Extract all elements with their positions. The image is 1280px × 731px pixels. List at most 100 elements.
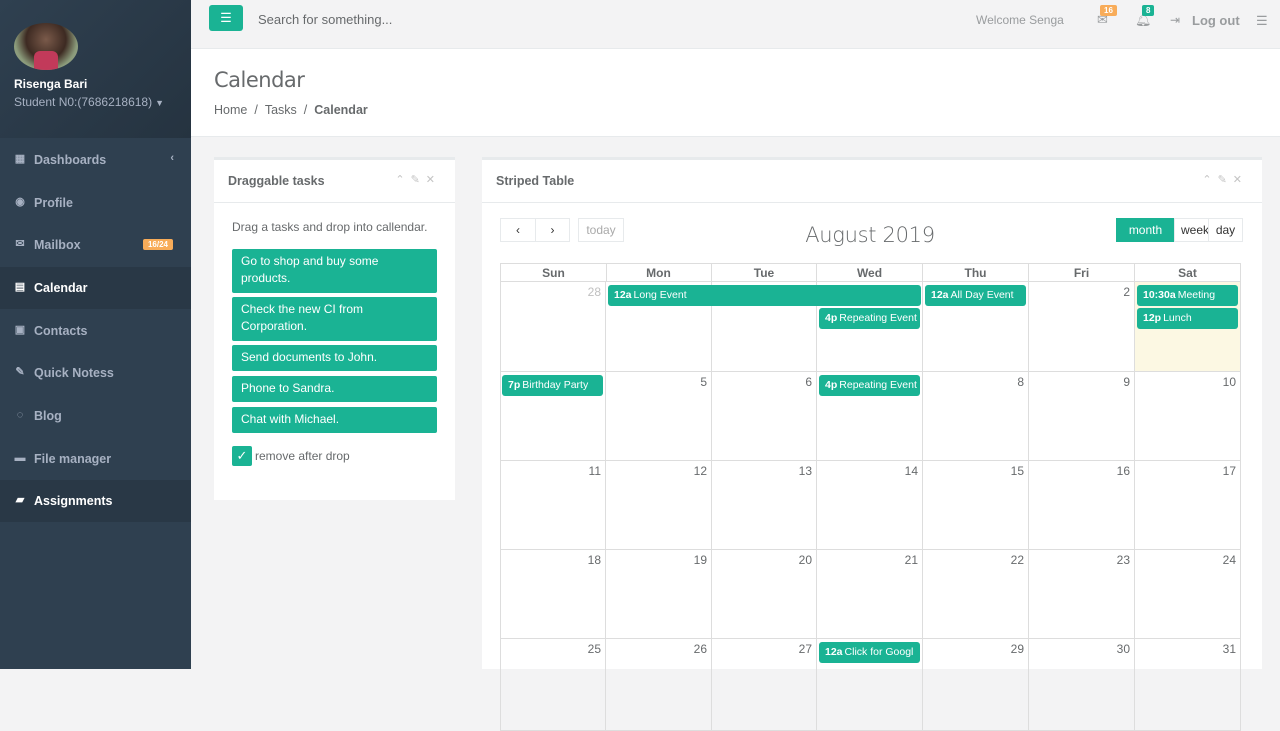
day-number[interactable]: 25 — [588, 642, 601, 656]
collapse-icon[interactable]: ⌃ — [1202, 174, 1217, 186]
day-cell[interactable]: 24 — [1135, 550, 1241, 639]
day-cell[interactable]: 27 — [712, 639, 817, 731]
calendar-event[interactable]: 4p Repeating Event — [819, 308, 920, 329]
breadcrumb-home[interactable]: Home — [214, 103, 247, 117]
day-number[interactable]: 24 — [1223, 553, 1236, 567]
day-number[interactable]: 13 — [799, 464, 812, 478]
draggable-task[interactable]: Send documents to John. — [232, 345, 437, 371]
view-day-button[interactable]: day — [1208, 218, 1243, 242]
day-number[interactable]: 28 — [588, 285, 601, 299]
day-cell[interactable]: 13 — [712, 461, 817, 550]
remove-after-drop-checkbox[interactable]: ✓ — [232, 446, 252, 466]
sidebar-item-file-manager[interactable]: ▬ File manager — [0, 438, 191, 480]
sidebar-item-contacts[interactable]: ▣ Contacts — [0, 310, 191, 352]
calendar-event[interactable]: 12a All Day Event — [925, 285, 1026, 306]
menu-toggle-button[interactable]: ☰ — [209, 5, 243, 31]
sidebar-item-blog[interactable]: ◌ Blog — [0, 395, 191, 437]
breadcrumb-current: Calendar — [314, 103, 368, 117]
view-month-button[interactable]: month — [1116, 218, 1175, 242]
day-cell[interactable]: 21 — [817, 550, 923, 639]
day-number[interactable]: 19 — [694, 553, 707, 567]
calendar-event[interactable]: 12a Long Event — [608, 285, 921, 306]
day-number[interactable]: 8 — [1017, 375, 1024, 389]
day-number[interactable]: 11 — [589, 464, 601, 478]
day-cell[interactable]: 6 — [712, 372, 817, 461]
wrench-icon[interactable]: ✎ — [411, 174, 426, 186]
day-cell[interactable]: 15 — [923, 461, 1029, 550]
day-number[interactable]: 18 — [588, 553, 601, 567]
draggable-task[interactable]: Check the new CI from Corporation. — [232, 297, 437, 341]
calendar-event[interactable]: 4p Repeating Event — [819, 375, 920, 396]
day-cell[interactable]: 30 — [1029, 639, 1135, 731]
sidebar-item-quick-notes[interactable]: ✎ Quick Notess — [0, 352, 191, 394]
collapse-icon[interactable]: ⌃ — [395, 174, 410, 186]
draggable-task[interactable]: Go to shop and buy some products. — [232, 249, 437, 293]
day-cell[interactable]: 10 — [1135, 372, 1241, 461]
day-number[interactable]: 15 — [1011, 464, 1024, 478]
wrench-icon[interactable]: ✎ — [1218, 174, 1233, 186]
day-cell[interactable]: 26 — [606, 639, 712, 731]
close-icon[interactable]: ✕ — [1233, 174, 1248, 186]
day-number[interactable]: 9 — [1123, 375, 1130, 389]
day-cell[interactable]: 19 — [606, 550, 712, 639]
day-cell[interactable]: 5 — [606, 372, 712, 461]
day-cell[interactable]: 8 — [923, 372, 1029, 461]
day-number[interactable]: 27 — [799, 642, 812, 656]
day-number[interactable]: 16 — [1117, 464, 1130, 478]
day-cell[interactable]: 2 — [1029, 282, 1135, 372]
day-cell[interactable]: 18 — [500, 550, 606, 639]
search-input[interactable] — [251, 4, 551, 34]
day-number[interactable]: 6 — [805, 375, 812, 389]
day-cell[interactable]: 25 — [500, 639, 606, 731]
day-cell[interactable]: 31 — [1135, 639, 1241, 731]
breadcrumb: Home / Tasks / Calendar — [214, 103, 368, 117]
day-number[interactable]: 14 — [905, 464, 918, 478]
sidebar-item-calendar[interactable]: ▤ Calendar — [0, 267, 191, 309]
calendar-event[interactable]: 12p Lunch — [1137, 308, 1238, 329]
weekday-header: Thu — [923, 263, 1029, 282]
day-cell[interactable]: 23 — [1029, 550, 1135, 639]
day-number[interactable]: 29 — [1011, 642, 1024, 656]
calendar-event[interactable]: 7p Birthday Party — [502, 375, 603, 396]
day-cell[interactable]: 29 — [923, 639, 1029, 731]
calendar-event[interactable]: 10:30a Meeting — [1137, 285, 1238, 306]
day-number[interactable]: 21 — [905, 553, 918, 567]
day-number[interactable]: 12 — [694, 464, 707, 478]
day-number[interactable]: 20 — [799, 553, 812, 567]
day-cell[interactable]: 16 — [1029, 461, 1135, 550]
sidebar-item-dashboards[interactable]: ▦ Dashboards ‹ — [0, 139, 191, 181]
right-sidebar-toggle-icon[interactable]: ☰ — [1256, 13, 1268, 29]
close-icon[interactable]: ✕ — [426, 174, 441, 186]
day-cell[interactable]: 17 — [1135, 461, 1241, 550]
calendar-event[interactable]: 12a Click for Googl — [819, 642, 920, 663]
logout-link[interactable]: Log out — [1192, 13, 1240, 28]
day-cell[interactable]: 11 — [500, 461, 606, 550]
user-circle-icon: ◉ — [15, 196, 25, 208]
draggable-task[interactable]: Phone to Sandra. — [232, 376, 437, 402]
day-number[interactable]: 17 — [1223, 464, 1236, 478]
day-number[interactable]: 2 — [1123, 285, 1130, 299]
sidebar-item-profile[interactable]: ◉ Profile — [0, 182, 191, 224]
day-cell[interactable]: 28 — [500, 282, 606, 372]
day-cell[interactable]: 20 — [712, 550, 817, 639]
day-cell[interactable]: 14 — [817, 461, 923, 550]
day-cell[interactable]: 9 — [1029, 372, 1135, 461]
day-cell[interactable]: 12 — [606, 461, 712, 550]
day-number[interactable]: 26 — [694, 642, 707, 656]
day-number[interactable]: 31 — [1223, 642, 1236, 656]
day-number[interactable]: 5 — [700, 375, 707, 389]
day-number[interactable]: 23 — [1117, 553, 1130, 567]
breadcrumb-tasks[interactable]: Tasks — [265, 103, 297, 117]
event-time: 4p — [825, 312, 838, 324]
day-number[interactable]: 22 — [1011, 553, 1024, 567]
profile-dropdown[interactable]: Student N0:(7686218618) ▼ — [14, 95, 164, 109]
remove-after-drop-label: remove after drop — [255, 449, 350, 463]
sidebar-item-mailbox[interactable]: ✉ Mailbox 16/24 — [0, 224, 191, 266]
day-number[interactable]: 10 — [1223, 375, 1236, 389]
caret-down-icon: ▼ — [155, 98, 165, 108]
draggable-task[interactable]: Chat with Michael. — [232, 407, 437, 433]
day-cell[interactable]: 22 — [923, 550, 1029, 639]
avatar[interactable] — [14, 23, 78, 70]
sidebar-item-assignments[interactable]: ▰ Assignments — [0, 480, 191, 522]
day-number[interactable]: 30 — [1117, 642, 1130, 656]
